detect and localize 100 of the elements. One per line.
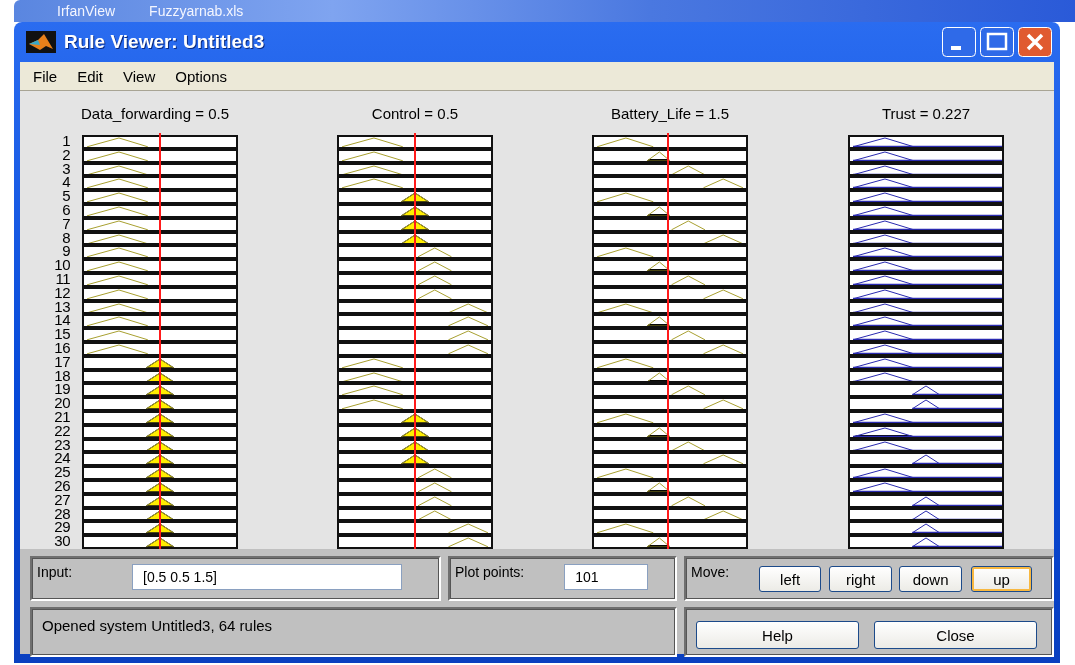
rule-number: 13 [54,300,70,315]
variable-label: Data_forwarding = 0.5 [81,105,229,124]
membership-curve [702,454,744,465]
membership-curve [671,275,706,285]
input-value-line[interactable] [667,133,670,549]
plot-points-field[interactable]: 101 [564,564,649,590]
membership-curve [341,399,404,409]
membership-curve [417,468,452,478]
rule-number: 25 [54,466,70,480]
rule-number: 19 [54,383,70,398]
membership-curve [646,261,671,271]
membership-curve [646,537,671,547]
close-button[interactable]: Close [874,621,1037,649]
menu-item[interactable]: File [20,67,58,85]
move-button[interactable]: right [829,566,893,592]
membership-curve [341,165,404,175]
rule-number: 5 [62,190,70,204]
status-text: Opened system Untitled3, 64 rules [42,617,273,634]
rule-number: 7 [62,217,70,232]
rule-number: 4 [62,176,70,191]
membership-curve [447,344,489,354]
move-button[interactable]: left [759,566,822,592]
membership-curve [341,385,404,396]
membership-curve [671,496,706,506]
input-label: Input: [36,563,73,580]
membership-curve [86,178,149,189]
membership-curve [86,165,149,175]
membership-curve [86,247,149,258]
menu-item[interactable]: Edit [64,67,104,85]
membership-curve [447,537,489,547]
rule-number: 29 [54,521,70,536]
membership-curve [86,261,149,271]
membership-curve [702,234,744,244]
membership-curve [447,316,489,327]
membership-curve [852,303,915,313]
membership-curve [341,358,404,368]
membership-curve [86,344,149,354]
minimize-button[interactable] [942,27,976,57]
input-field[interactable]: [0.5 0.5 1.5] [132,564,403,590]
membership-curve [596,192,654,202]
membership-curve [86,192,149,202]
membership-curve [702,344,744,354]
rule-number: 11 [55,272,70,287]
membership-curve [86,234,149,244]
rule-number: 16 [54,341,70,356]
rule-number: 12 [54,286,70,301]
membership-curve [596,358,654,368]
rule-number: 27 [54,493,70,508]
membership-curve [671,330,706,340]
membership-curve [852,441,915,451]
input-value-line[interactable] [414,133,416,549]
membership-curve [852,165,915,175]
close-window-button[interactable] [1018,27,1052,57]
variable-label: Battery_Life = 1.5 [611,105,729,124]
membership-curve [86,275,149,285]
membership-curve [646,151,671,161]
membership-curve [417,496,452,506]
membership-curve [702,399,744,409]
rule-number: 1 [62,135,70,149]
membership-curve [86,303,149,313]
rule-number: 23 [54,438,70,453]
rule-number: 14 [54,314,70,329]
move-button[interactable]: down [899,566,963,592]
membership-curve [596,303,654,313]
membership-curve [417,261,452,271]
rule-number: 10 [54,259,70,273]
membership-curve [596,413,654,423]
membership-curve [596,468,654,478]
membership-curve [447,330,489,340]
rule-number: 2 [62,148,70,163]
membership-curve [447,523,489,534]
maximize-button[interactable] [980,27,1014,57]
membership-curve [341,137,404,147]
input-value-line[interactable] [159,133,161,549]
rule-number: 9 [62,245,70,260]
membership-curve [341,178,404,189]
menu-item[interactable]: View [110,67,156,85]
membership-curve [852,372,915,382]
membership-curve [86,289,149,299]
menu-item[interactable]: Options [162,67,227,85]
membership-curve [671,220,706,230]
rule-number: 28 [54,507,70,522]
membership-curve [86,206,149,216]
rule-number: 24 [54,452,70,467]
membership-curve [86,151,149,161]
membership-curve [417,510,452,520]
membership-curve [417,247,452,258]
rule-number: 20 [54,397,70,411]
rule-number: 18 [54,369,70,384]
rule-number: 17 [54,355,70,370]
help-button[interactable]: Help [696,621,859,649]
membership-curve [86,330,149,340]
membership-curve [646,316,671,327]
membership-curve [646,482,671,492]
membership-curve [86,220,149,230]
move-button[interactable]: up [971,566,1033,592]
membership-curve [646,427,671,437]
membership-curve [86,316,149,327]
rule-number: 6 [62,204,70,218]
membership-curve [596,247,654,258]
